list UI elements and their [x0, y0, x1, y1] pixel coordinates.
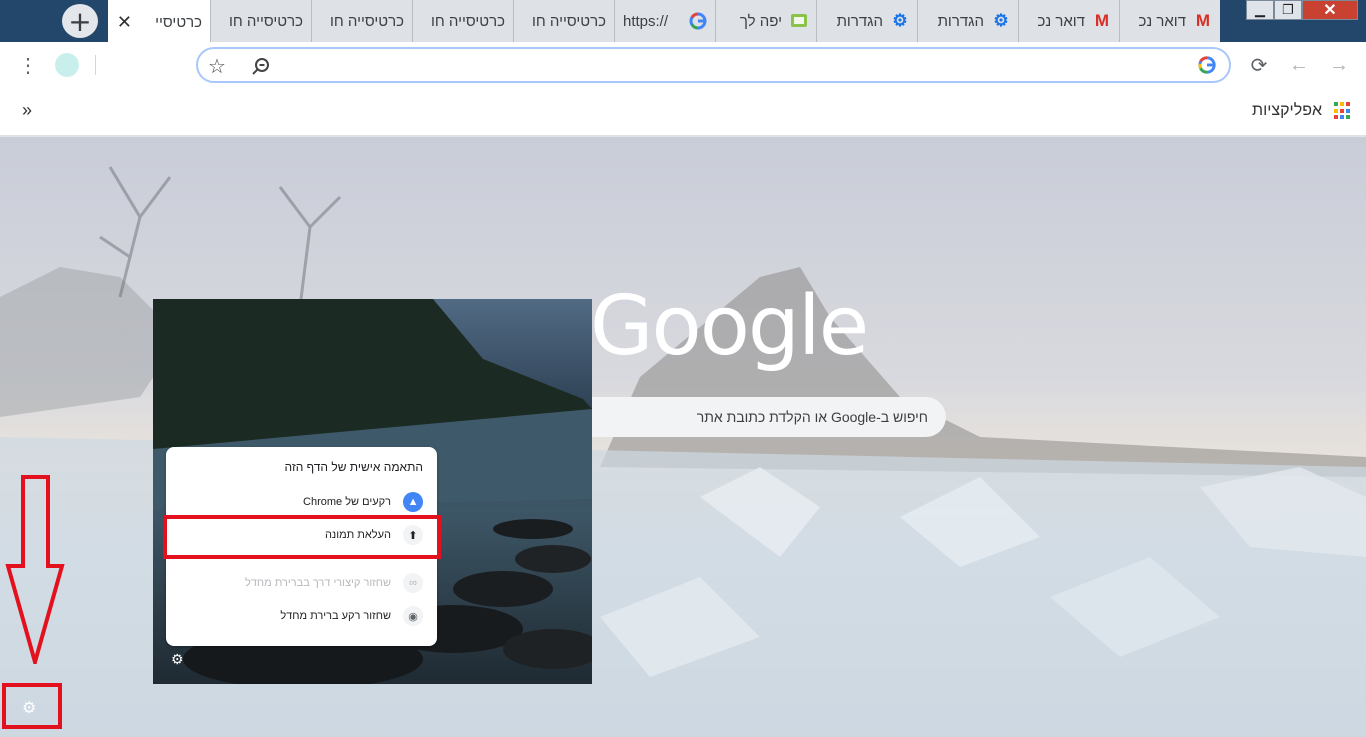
google-g-icon: [1197, 55, 1217, 75]
tab[interactable]: כרטיסייה חו: [210, 0, 311, 42]
customize-menu-title: התאמה אישית של הדף הזה: [284, 460, 423, 474]
bookmarks-overflow-button[interactable]: »: [22, 100, 32, 121]
customize-gear-icon[interactable]: ⚙: [22, 698, 36, 718]
tab[interactable]: ⚙ הגדרות: [917, 0, 1018, 42]
google-logo: Google: [590, 279, 869, 374]
tab-strip: + כרטיסיי ✕ כרטיסייה חו כרטיסייה חו כרטי…: [0, 0, 1366, 44]
tab-title: https://: [623, 12, 669, 30]
apps-shortcut[interactable]: אפליקציות: [1252, 102, 1350, 120]
tab-title: כרטיסייה חו: [430, 12, 505, 30]
minimize-icon[interactable]: ▁: [1246, 0, 1274, 20]
tab[interactable]: יפה לך: [715, 0, 816, 42]
restore-background-item[interactable]: ◉ שחזור רקע ברירת מחדל: [280, 606, 423, 626]
mountain-icon: ▲: [403, 492, 423, 512]
window-controls: ▁ ❐ ✕: [1246, 0, 1358, 22]
tab-title: יפה לך: [739, 12, 782, 30]
gmail-icon: M: [1195, 11, 1211, 30]
gmail-icon: M: [1094, 11, 1110, 30]
bookmarks-bar: » אפליקציות: [0, 88, 1366, 136]
tab-title: הגדרות: [836, 12, 883, 30]
menu-item-label: שחזור קיצורי דרך בברירת מחדל: [245, 577, 391, 589]
reload-icon[interactable]: ⟳: [1245, 51, 1273, 79]
forward-icon[interactable]: →: [1325, 51, 1353, 79]
apps-grid-icon: [1332, 102, 1350, 120]
close-window-icon[interactable]: ✕: [1302, 0, 1358, 20]
profile-avatar[interactable]: [55, 53, 79, 77]
highlight-box-upload: [163, 515, 441, 559]
tab-title: כרטיסייה חו: [329, 12, 404, 30]
tab[interactable]: כרטיסיי ✕: [108, 0, 210, 44]
customize-preview: התאמה אישית של הדף הזה ▲ רקעים של Chrome…: [153, 299, 592, 684]
menu-dots-icon[interactable]: ⋮: [14, 51, 42, 79]
new-tab-page: Google חיפוש ב-Google או הקלדת כתובת אתר…: [0, 137, 1366, 737]
tab[interactable]: M דואר נכ: [1018, 0, 1119, 42]
restore-shortcuts-item[interactable]: ∞ שחזור קיצורי דרך בברירת מחדל: [245, 573, 423, 593]
tab[interactable]: ⚙ הגדרות: [816, 0, 917, 42]
tv-icon: [790, 12, 808, 30]
gear-icon: ⚙: [171, 651, 184, 667]
ntp-search-box[interactable]: חיפוש ב-Google או הקלדת כתובת אתר: [560, 397, 946, 437]
new-tab-button[interactable]: +: [62, 4, 98, 38]
menu-item-label: שחזור רקע ברירת מחדל: [280, 610, 391, 622]
bookmark-star-icon[interactable]: ☆: [208, 54, 226, 79]
chrome-icon: ◉: [403, 606, 423, 626]
toolbar: ⋮ ☆ ⟳ ← →: [0, 42, 1366, 88]
restore-icon[interactable]: ❐: [1274, 0, 1302, 20]
google-g-icon: [689, 12, 707, 30]
zoom-icon[interactable]: [250, 55, 272, 77]
tab-title: כרטיסייה חו: [531, 12, 606, 30]
address-bar[interactable]: ☆: [196, 47, 1231, 83]
tab[interactable]: כרטיסייה חו: [311, 0, 412, 42]
tab[interactable]: כרטיסייה חו: [412, 0, 513, 42]
chrome-backgrounds-item[interactable]: ▲ רקעים של Chrome: [303, 492, 423, 512]
tab-title: כרטיסיי: [155, 13, 202, 31]
tab-title: הגדרות: [937, 12, 984, 30]
gear-icon: ⚙: [993, 11, 1009, 30]
menu-item-label: רקעים של Chrome: [303, 496, 391, 508]
back-icon[interactable]: ←: [1285, 51, 1313, 79]
close-tab-icon[interactable]: ✕: [116, 12, 132, 33]
tab[interactable]: כרטיסייה חו: [513, 0, 614, 42]
tab[interactable]: https://: [614, 0, 715, 42]
red-arrow-down-icon: [5, 475, 65, 664]
toolbar-divider: [95, 55, 96, 75]
tab-title: כרטיסייה חו: [228, 12, 303, 30]
tab-title: דואר נכ: [1037, 12, 1085, 30]
link-icon: ∞: [403, 573, 423, 593]
apps-label: אפליקציות: [1252, 102, 1322, 119]
tab-title: דואר נכ: [1138, 12, 1186, 30]
gear-icon: ⚙: [892, 11, 908, 30]
tab[interactable]: M דואר נכ: [1119, 0, 1220, 42]
